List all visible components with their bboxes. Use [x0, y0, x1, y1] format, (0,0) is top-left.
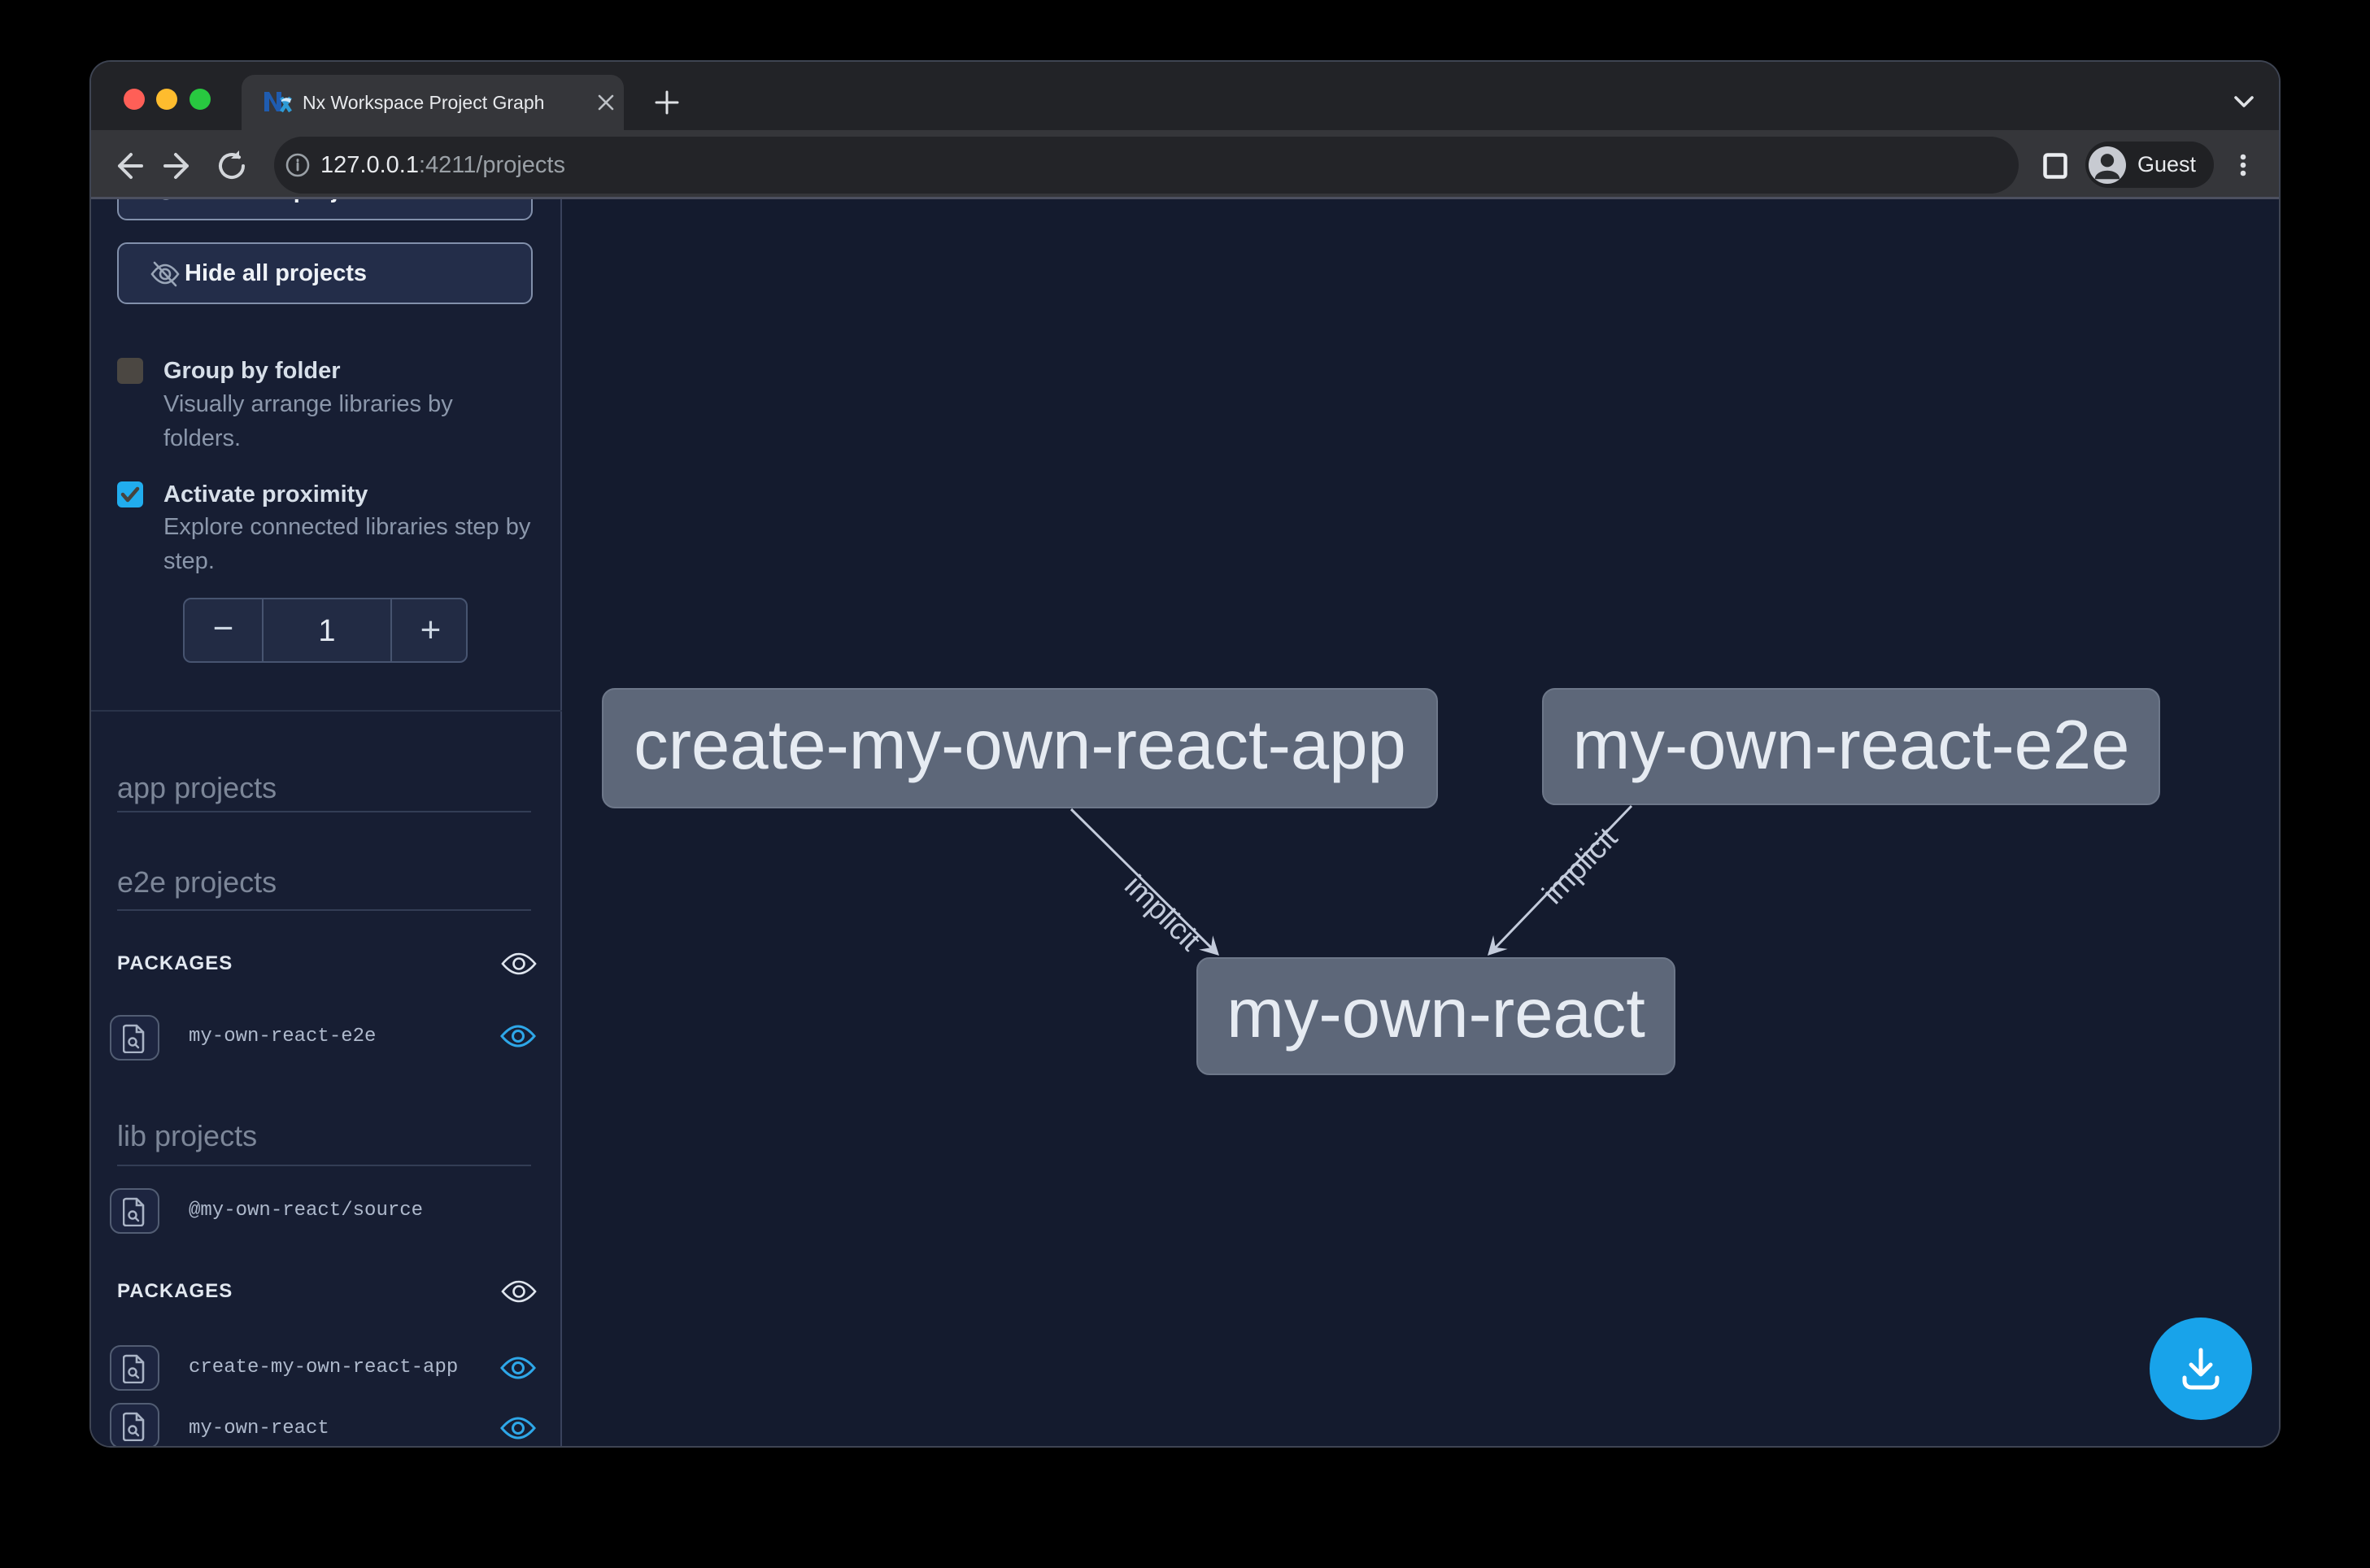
svg-text:implicit: implicit — [1118, 869, 1208, 957]
svg-text:implicit: implicit — [1536, 821, 1624, 910]
